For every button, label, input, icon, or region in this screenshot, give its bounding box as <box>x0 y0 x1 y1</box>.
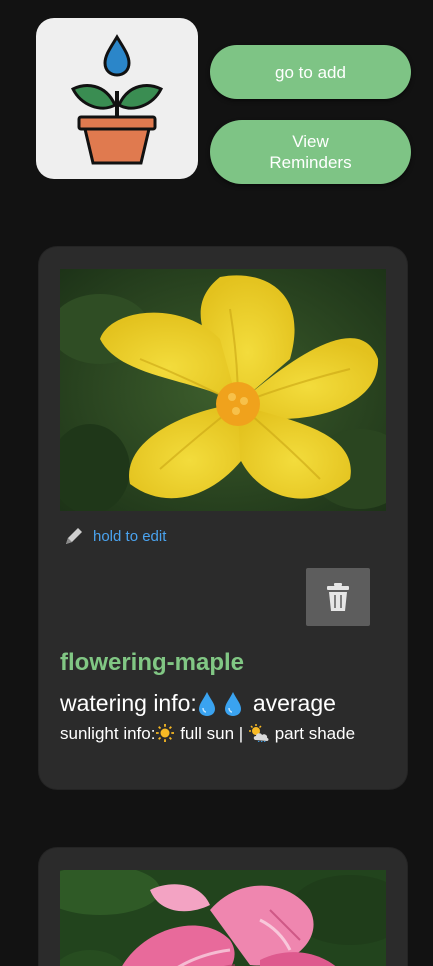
separator: | <box>238 724 244 743</box>
part-shade-label: part shade <box>274 724 356 743</box>
trash-icon <box>327 583 349 611</box>
plant-card[interactable] <box>39 848 407 966</box>
app-logo <box>36 18 198 179</box>
sun-icon <box>156 724 175 742</box>
app-screen: go to add View Reminders hold to edit fl… <box>0 0 433 966</box>
plant-name: flowering-maple <box>60 649 245 676</box>
pencil-icon <box>66 528 82 544</box>
sun-behind-cloud-icon <box>248 724 269 742</box>
sunlight-prefix: sunlight info: <box>60 724 156 743</box>
delete-plant-button[interactable] <box>306 568 370 626</box>
watering-level: average <box>252 690 336 716</box>
plant-photo <box>60 870 386 966</box>
watering-prefix: watering info: <box>60 690 197 716</box>
full-sun-label: full sun <box>180 724 235 743</box>
watering-info: watering info: average <box>60 690 336 717</box>
hold-to-edit-label[interactable]: hold to edit <box>93 528 166 545</box>
potted-plant-water-drop-icon <box>70 33 164 164</box>
yellow-flower-photo <box>60 269 386 511</box>
go-to-add-button[interactable]: go to add <box>210 45 411 99</box>
sunlight-info: sunlight info: full sun | part shade <box>60 723 360 745</box>
plant-card[interactable]: hold to edit flowering-maple watering in… <box>39 247 407 789</box>
status-bar <box>0 0 433 8</box>
view-reminders-button[interactable]: View Reminders <box>210 120 411 184</box>
water-drop-icon <box>224 691 241 716</box>
pink-flower-photo <box>60 870 386 966</box>
edit-hint[interactable]: hold to edit <box>63 525 166 547</box>
plant-photo <box>60 269 386 511</box>
water-drop-icon <box>198 691 215 716</box>
